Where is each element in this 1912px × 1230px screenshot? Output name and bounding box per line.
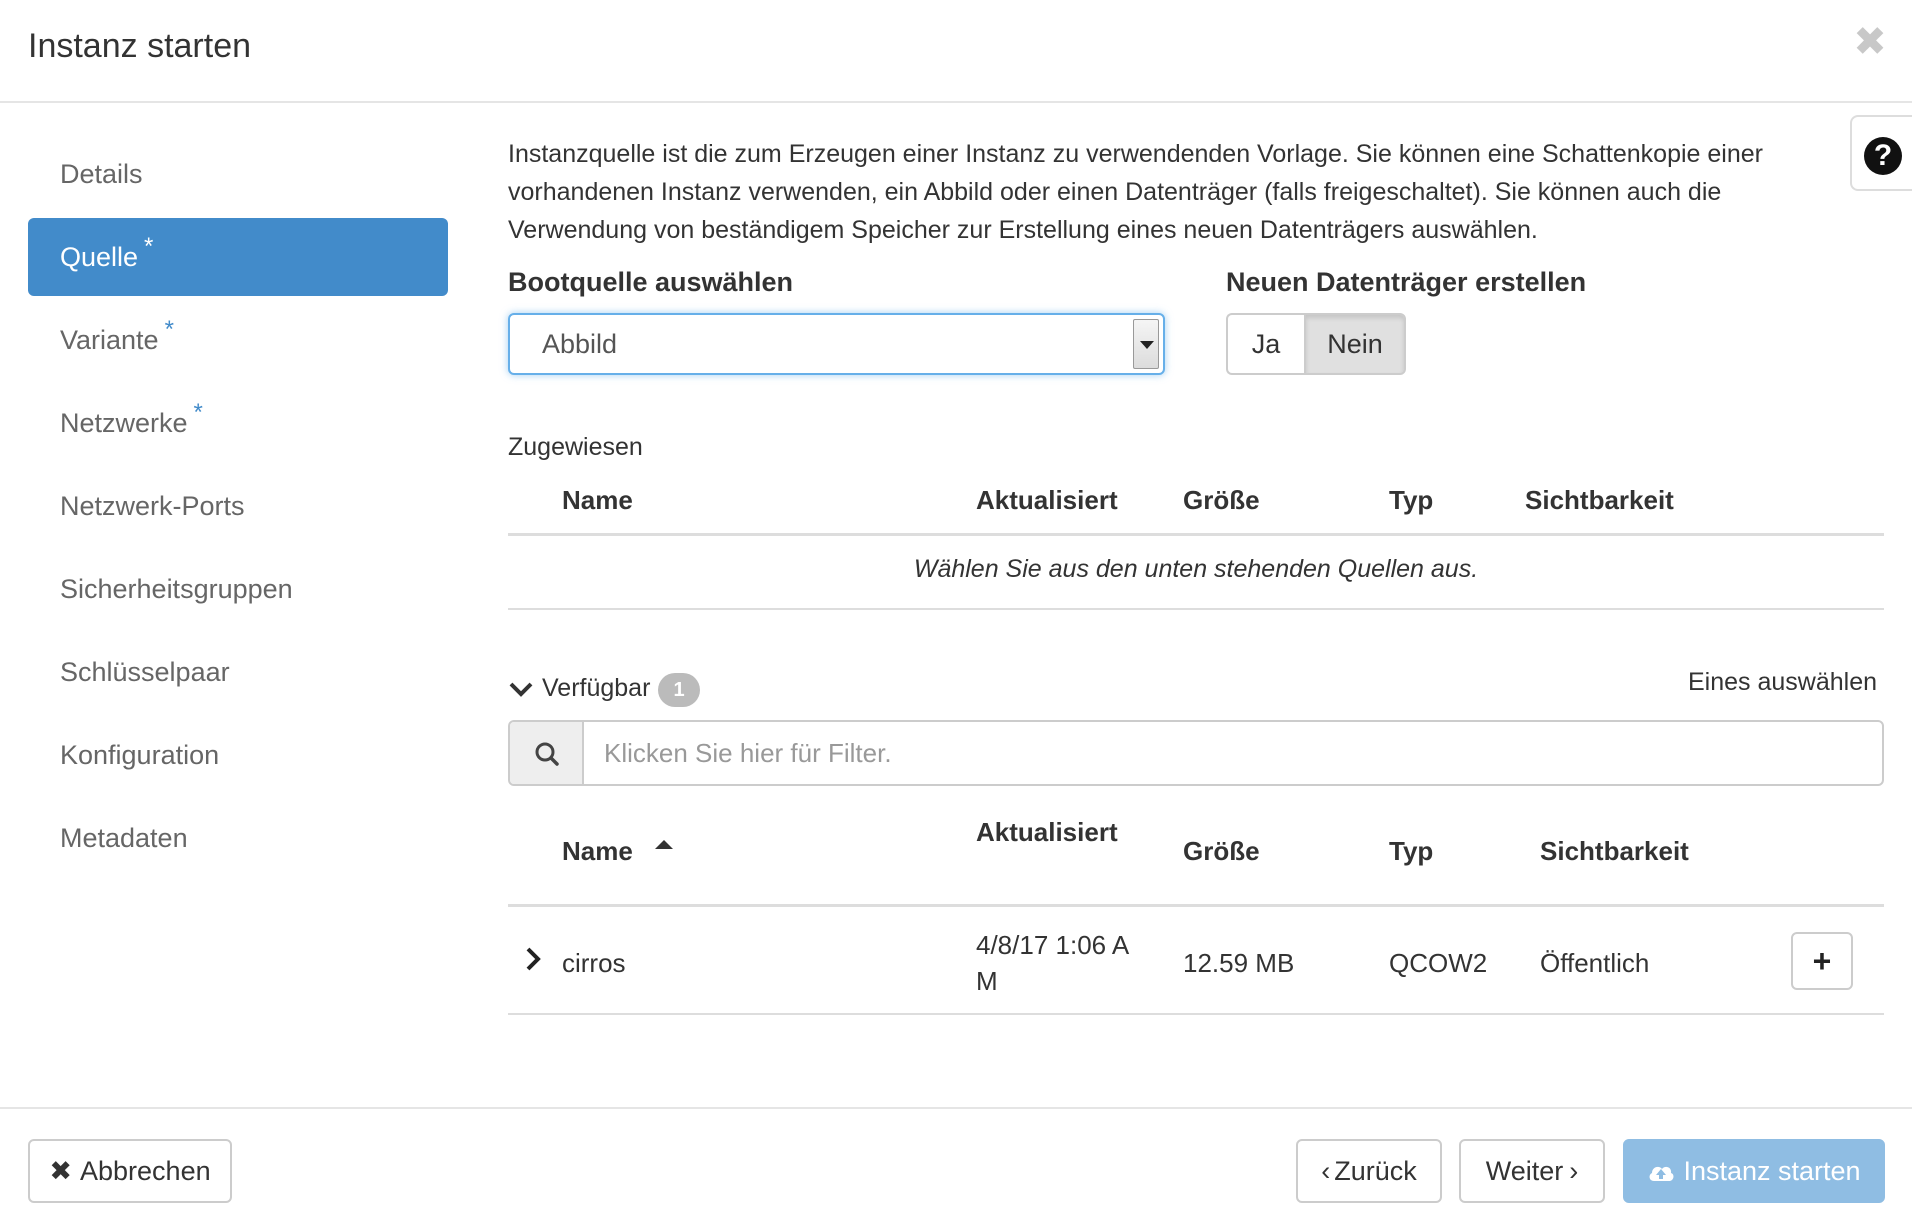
launch-instance-button[interactable]: Instanz starten (1623, 1139, 1885, 1203)
available-col-size[interactable]: Größe (1183, 836, 1260, 867)
question-circle-icon: ? (1864, 137, 1902, 175)
divider (508, 608, 1884, 610)
sidebar-item-quelle[interactable]: Quelle * (28, 218, 448, 296)
available-col-visibility[interactable]: Sichtbarkeit (1540, 836, 1689, 867)
allocated-col-size: Größe (1183, 485, 1260, 515)
help-button[interactable]: ? (1850, 115, 1912, 191)
search-addon (510, 722, 584, 784)
sidebar-item-netzwerke[interactable]: Netzwerke * (28, 384, 448, 462)
sidebar-item-schluesselpaar[interactable]: Schlüsselpaar (28, 633, 448, 711)
allocated-col-updated: Aktualisiert (976, 485, 1118, 515)
filter-bar (508, 720, 1884, 786)
sidebar-item-label: Schlüsselpaar (60, 657, 230, 687)
divider (508, 1013, 1884, 1015)
new-volume-label: Neuen Datenträger erstellen (1226, 267, 1587, 297)
allocated-col-visibility: Sichtbarkeit (1525, 485, 1674, 515)
sidebar-item-label: Metadaten (60, 823, 188, 853)
new-volume-yes-button[interactable]: Ja (1226, 313, 1304, 375)
chevron-down-icon (1133, 319, 1159, 369)
boot-source-label: Bootquelle auswählen (508, 267, 794, 297)
modal-footer-divider (0, 1107, 1912, 1109)
boot-source-select[interactable]: Abbild (508, 313, 1165, 375)
cancel-button[interactable]: ✖ Abbrechen (28, 1139, 232, 1203)
boot-source-value: Abbild (542, 329, 618, 359)
row-updated-line2: M (976, 966, 998, 996)
close-icon: ✖ (49, 1156, 72, 1186)
allocated-empty-message: Wählen Sie aus den unten stehenden Quell… (913, 555, 1479, 583)
available-col-updated[interactable]: Aktualisiert (976, 817, 1118, 848)
next-button[interactable]: Weiter › (1459, 1139, 1605, 1203)
allocated-col-name: Name (562, 485, 633, 515)
modal-header: Instanz starten ✖ (0, 0, 1912, 103)
sidebar-item-netzwerk-ports[interactable]: Netzwerk-Ports (28, 467, 448, 545)
available-col-type[interactable]: Typ (1389, 836, 1433, 867)
launch-instance-modal: Instanz starten ✖ Details Quelle * Varian… (0, 0, 1912, 1230)
allocated-col-type: Typ (1389, 485, 1434, 515)
available-count-badge: 1 (658, 673, 700, 707)
back-button[interactable]: ‹ Zurück (1296, 1139, 1442, 1203)
sidebar-item-details[interactable]: Details (28, 135, 448, 213)
row-visibility: Öffentlich (1540, 948, 1650, 978)
row-type: QCOW2 (1389, 948, 1488, 978)
chevron-left-icon: ‹ (1321, 1156, 1331, 1186)
cloud-upload-icon (1647, 1141, 1675, 1201)
sidebar-item-metadaten[interactable]: Metadaten (28, 799, 448, 877)
row-size: 12.59 MB (1183, 948, 1295, 978)
launch-instance-label: Instanz starten (1683, 1156, 1861, 1186)
sidebar-item-label: Sicherheitsgruppen (60, 574, 293, 604)
required-asterisk-icon: * (193, 399, 203, 426)
source-description: Instanzquelle ist die zum Erzeugen einer… (508, 140, 1763, 244)
close-icon[interactable]: ✖ (1850, 22, 1890, 62)
chevron-right-icon: › (1569, 1156, 1579, 1186)
row-name: cirros (562, 948, 626, 978)
available-section-label[interactable]: Verfügbar (542, 674, 650, 703)
row-updated-line1: 4/8/17 1:06 A (976, 930, 1130, 960)
select-one-hint: Eines auswählen (1688, 668, 1878, 696)
required-asterisk-icon: * (144, 233, 154, 260)
back-button-label: Zurück (1334, 1156, 1417, 1186)
chevron-down-icon[interactable] (508, 676, 534, 702)
required-asterisk-icon: * (164, 316, 174, 343)
add-source-button[interactable]: + (1791, 932, 1853, 990)
sidebar-item-label: Variante (60, 325, 159, 355)
sort-ascending-icon (655, 840, 673, 849)
search-icon (535, 742, 559, 766)
sidebar-item-label: Quelle (60, 242, 139, 272)
allocated-section-label: Zugewiesen (508, 433, 643, 461)
sidebar-item-label: Netzwerk-Ports (60, 491, 245, 521)
sidebar-item-label: Konfiguration (60, 740, 220, 770)
sidebar-item-label: Details (60, 159, 143, 189)
modal-title: Instanz starten (28, 27, 252, 65)
divider (508, 533, 1884, 536)
sidebar-item-konfiguration[interactable]: Konfiguration (28, 716, 448, 794)
available-col-name[interactable]: Name (562, 836, 633, 867)
sidebar-item-variante[interactable]: Variante * (28, 301, 448, 379)
cancel-button-label: Abbrechen (80, 1156, 211, 1186)
sidebar-item-sicherheitsgruppen[interactable]: Sicherheitsgruppen (28, 550, 448, 628)
chevron-right-icon[interactable] (522, 946, 544, 972)
filter-input[interactable] (586, 722, 1882, 784)
next-button-label: Weiter (1485, 1156, 1564, 1186)
divider (508, 904, 1884, 907)
new-volume-no-button[interactable]: Nein (1304, 313, 1406, 375)
sidebar-item-label: Netzwerke (60, 408, 188, 438)
new-volume-toggle: Ja Nein (1226, 313, 1406, 375)
wizard-steps-sidebar: Details Quelle * Variante * Netzwerke * Net… (28, 135, 448, 882)
